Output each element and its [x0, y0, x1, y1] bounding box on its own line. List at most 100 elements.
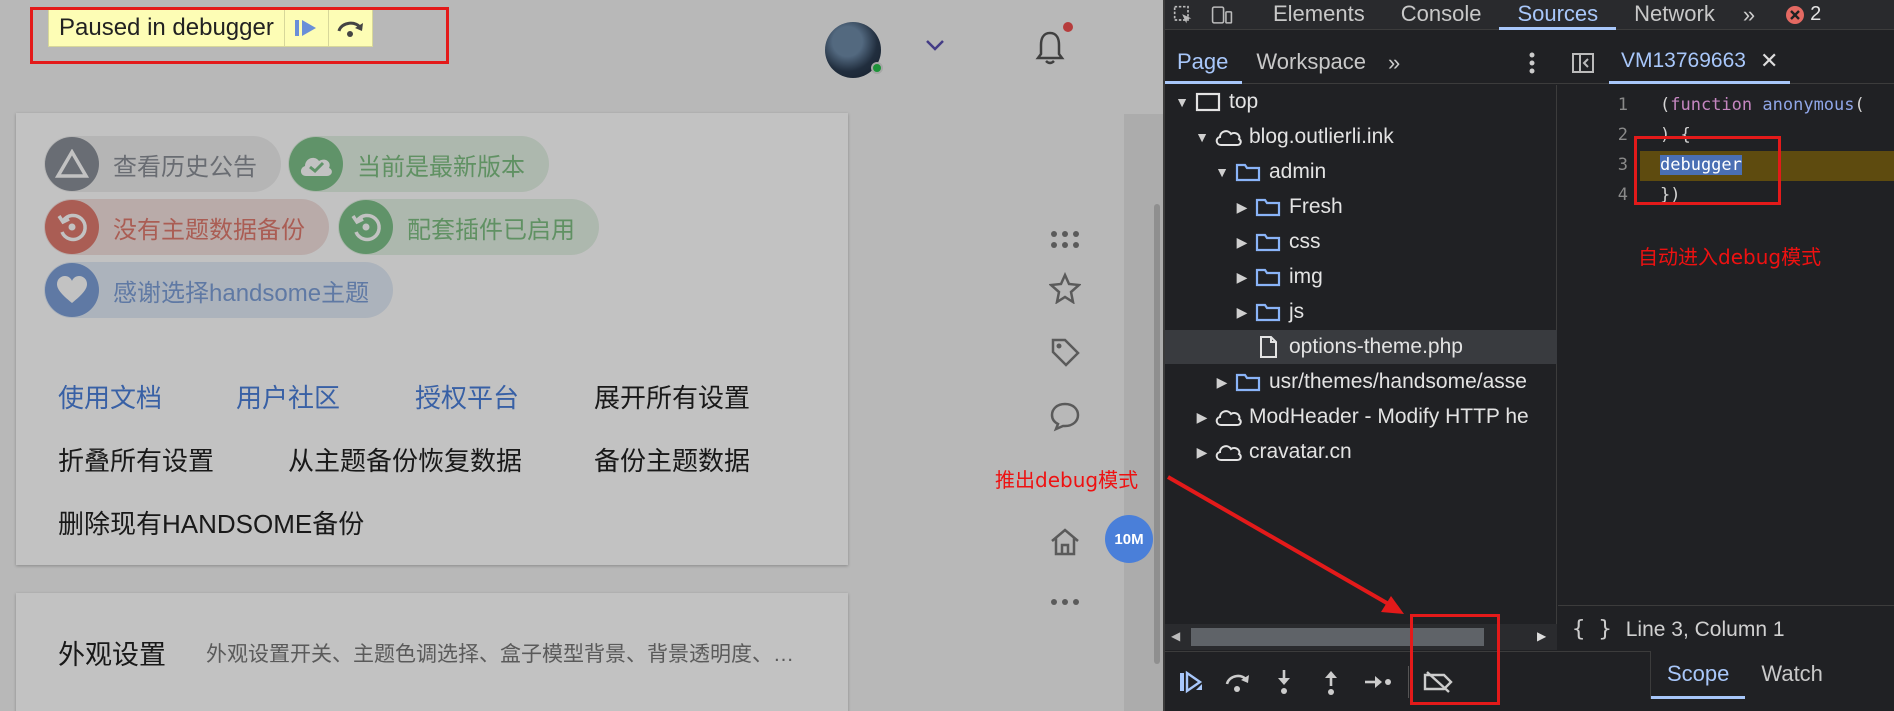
more-subtabs-icon[interactable]: »: [1380, 50, 1408, 76]
delete-backup-button[interactable]: 删除现有HANDSOME备份: [58, 504, 364, 541]
link-community[interactable]: 用户社区: [236, 378, 340, 415]
page-scrollbar[interactable]: [1124, 114, 1163, 711]
tag-plugin-enabled: 配套插件已启用: [338, 199, 599, 255]
file-tab-label: VM13769663: [1621, 49, 1746, 72]
more-tabs-icon[interactable]: »: [1733, 2, 1765, 28]
collapsed-arrow-icon[interactable]: ▶: [1213, 374, 1231, 391]
panel-divider[interactable]: [1163, 0, 1165, 711]
tree-item[interactable]: ▶ img: [1163, 260, 1557, 294]
link-license[interactable]: 授权平台: [415, 378, 519, 415]
step-icon: [1365, 676, 1391, 688]
tree-item[interactable]: ▶ Fresh: [1163, 190, 1557, 224]
appearance-desc: 外观设置开关、主题色调选择、盒子模型背景、背景透明度、…: [206, 643, 794, 666]
expanded-arrow-icon[interactable]: ▼: [1173, 94, 1191, 110]
scroll-left-icon[interactable]: ◀: [1171, 629, 1180, 643]
cloud-icon: [1211, 127, 1245, 147]
tab-workspace[interactable]: Workspace: [1242, 42, 1380, 84]
annotation-box-debugger: [1634, 136, 1781, 205]
tree-item-label: blog.outlierli.ink: [1249, 125, 1394, 148]
tag-label: 感谢选择handsome主题: [113, 279, 370, 307]
tab-scope[interactable]: Scope: [1651, 651, 1746, 699]
step-out-button[interactable]: [1313, 664, 1349, 700]
restore-backup-button[interactable]: 从主题备份恢复数据: [288, 441, 522, 478]
folder-icon: [1231, 162, 1265, 182]
tree-item[interactable]: ▼ blog.outlierli.ink: [1163, 120, 1557, 154]
tag-label: 当前是最新版本: [357, 153, 525, 181]
step-over-button[interactable]: [1219, 664, 1255, 700]
editor-file-tab[interactable]: VM13769663 ✕: [1609, 42, 1791, 84]
collapsed-arrow-icon[interactable]: ▶: [1233, 269, 1251, 286]
devtools-main-tabs: Elements Console Sources Network » 2: [1163, 0, 1894, 30]
memory-badge[interactable]: 10M: [1105, 515, 1153, 563]
collapsed-arrow-icon[interactable]: ▶: [1233, 234, 1251, 251]
function-name: anonymous: [1762, 95, 1855, 115]
tree-item-label: top: [1229, 90, 1259, 113]
device-toolbar-icon[interactable]: [1193, 3, 1233, 27]
online-status-dot: [871, 62, 883, 74]
tree-item[interactable]: ▶ ModHeader - Modify HTTP he: [1163, 400, 1557, 434]
step-over-icon: [1225, 674, 1249, 692]
step-button[interactable]: [1360, 664, 1396, 700]
tree-item-label: Fresh: [1289, 195, 1343, 218]
tab-sources[interactable]: Sources: [1499, 0, 1617, 30]
tab-network[interactable]: Network: [1616, 0, 1733, 30]
tab-page[interactable]: Page: [1163, 42, 1243, 84]
grid-dots-icon[interactable]: [1045, 220, 1085, 260]
theme-info-card: 查看历史公告 当前是最新版本 没有主题数据备份 配套插件已启用 感谢选择hand…: [16, 113, 848, 565]
tree-item-label: js: [1289, 300, 1305, 323]
tree-item[interactable]: ▼ top: [1163, 85, 1557, 119]
pretty-print-icon[interactable]: { }: [1558, 617, 1626, 642]
home-icon[interactable]: [1045, 522, 1085, 562]
tab-console[interactable]: Console: [1383, 0, 1500, 30]
tab-elements[interactable]: Elements: [1255, 0, 1383, 30]
frame-icon: [1191, 92, 1225, 112]
tree-item[interactable]: ▶ usr/themes/handsome/asse: [1163, 365, 1557, 399]
step-into-button[interactable]: [1266, 664, 1302, 700]
web-page: 查看历史公告 当前是最新版本 没有主题数据备份 配套插件已启用 感谢选择hand…: [0, 0, 1163, 711]
expanded-arrow-icon[interactable]: ▼: [1213, 164, 1231, 180]
collapsed-arrow-icon[interactable]: ▶: [1193, 409, 1211, 426]
error-counter[interactable]: 2: [1785, 3, 1821, 26]
notification-bell-icon[interactable]: [1035, 22, 1073, 71]
step-into-icon: [1278, 670, 1290, 694]
collapsed-arrow-icon[interactable]: ▶: [1193, 444, 1211, 461]
inspect-element-icon[interactable]: [1163, 3, 1193, 27]
annotation-box-deactivate: [1410, 614, 1500, 705]
link-docs[interactable]: 使用文档: [58, 378, 162, 415]
chevron-down-icon[interactable]: [924, 38, 946, 52]
appearance-settings-card[interactable]: 外观设置 外观设置开关、主题色调选择、盒子模型背景、背景透明度、…: [16, 593, 848, 711]
expanded-arrow-icon[interactable]: ▼: [1193, 129, 1211, 145]
comment-icon[interactable]: [1045, 396, 1085, 436]
scrollbar-thumb[interactable]: [1154, 204, 1160, 664]
tree-item[interactable]: ▶ cravatar.cn: [1163, 435, 1557, 469]
tree-item[interactable]: options-theme.php: [1163, 330, 1557, 364]
tree-item[interactable]: ▶ css: [1163, 225, 1557, 259]
cloud-icon: [1211, 407, 1245, 427]
scroll-right-icon[interactable]: ▶: [1537, 629, 1546, 643]
restore-icon: [45, 200, 99, 254]
kebab-menu-icon[interactable]: [1529, 52, 1535, 74]
tree-item-label: cravatar.cn: [1249, 440, 1352, 463]
expand-all-button[interactable]: 展开所有设置: [594, 378, 750, 415]
collapse-all-button[interactable]: 折叠所有设置: [58, 441, 214, 478]
resume-button[interactable]: [1173, 664, 1209, 700]
tree-item[interactable]: ▼ admin: [1163, 155, 1557, 189]
tree-item[interactable]: ▶ js: [1163, 295, 1557, 329]
cloud-check-icon: [289, 137, 343, 191]
tag-icon[interactable]: [1045, 332, 1085, 372]
avatar[interactable]: [825, 22, 883, 78]
collapsed-arrow-icon[interactable]: ▶: [1233, 304, 1251, 321]
backup-button[interactable]: 备份主题数据: [594, 441, 750, 478]
tag-label: 配套插件已启用: [407, 216, 575, 244]
close-icon[interactable]: ✕: [1760, 48, 1778, 74]
more-icon[interactable]: [1045, 582, 1085, 622]
tree-item-label: usr/themes/handsome/asse: [1269, 370, 1527, 393]
divider: [1408, 666, 1409, 698]
tag-history-notice[interactable]: 查看历史公告: [44, 136, 281, 192]
star-icon[interactable]: [1045, 268, 1085, 308]
folder-icon: [1251, 267, 1285, 287]
tab-watch[interactable]: Watch: [1745, 651, 1839, 699]
toggle-navigator-icon[interactable]: [1557, 52, 1609, 74]
sidebar-tabs: Scope Watch: [1650, 651, 1894, 699]
collapsed-arrow-icon[interactable]: ▶: [1233, 199, 1251, 216]
